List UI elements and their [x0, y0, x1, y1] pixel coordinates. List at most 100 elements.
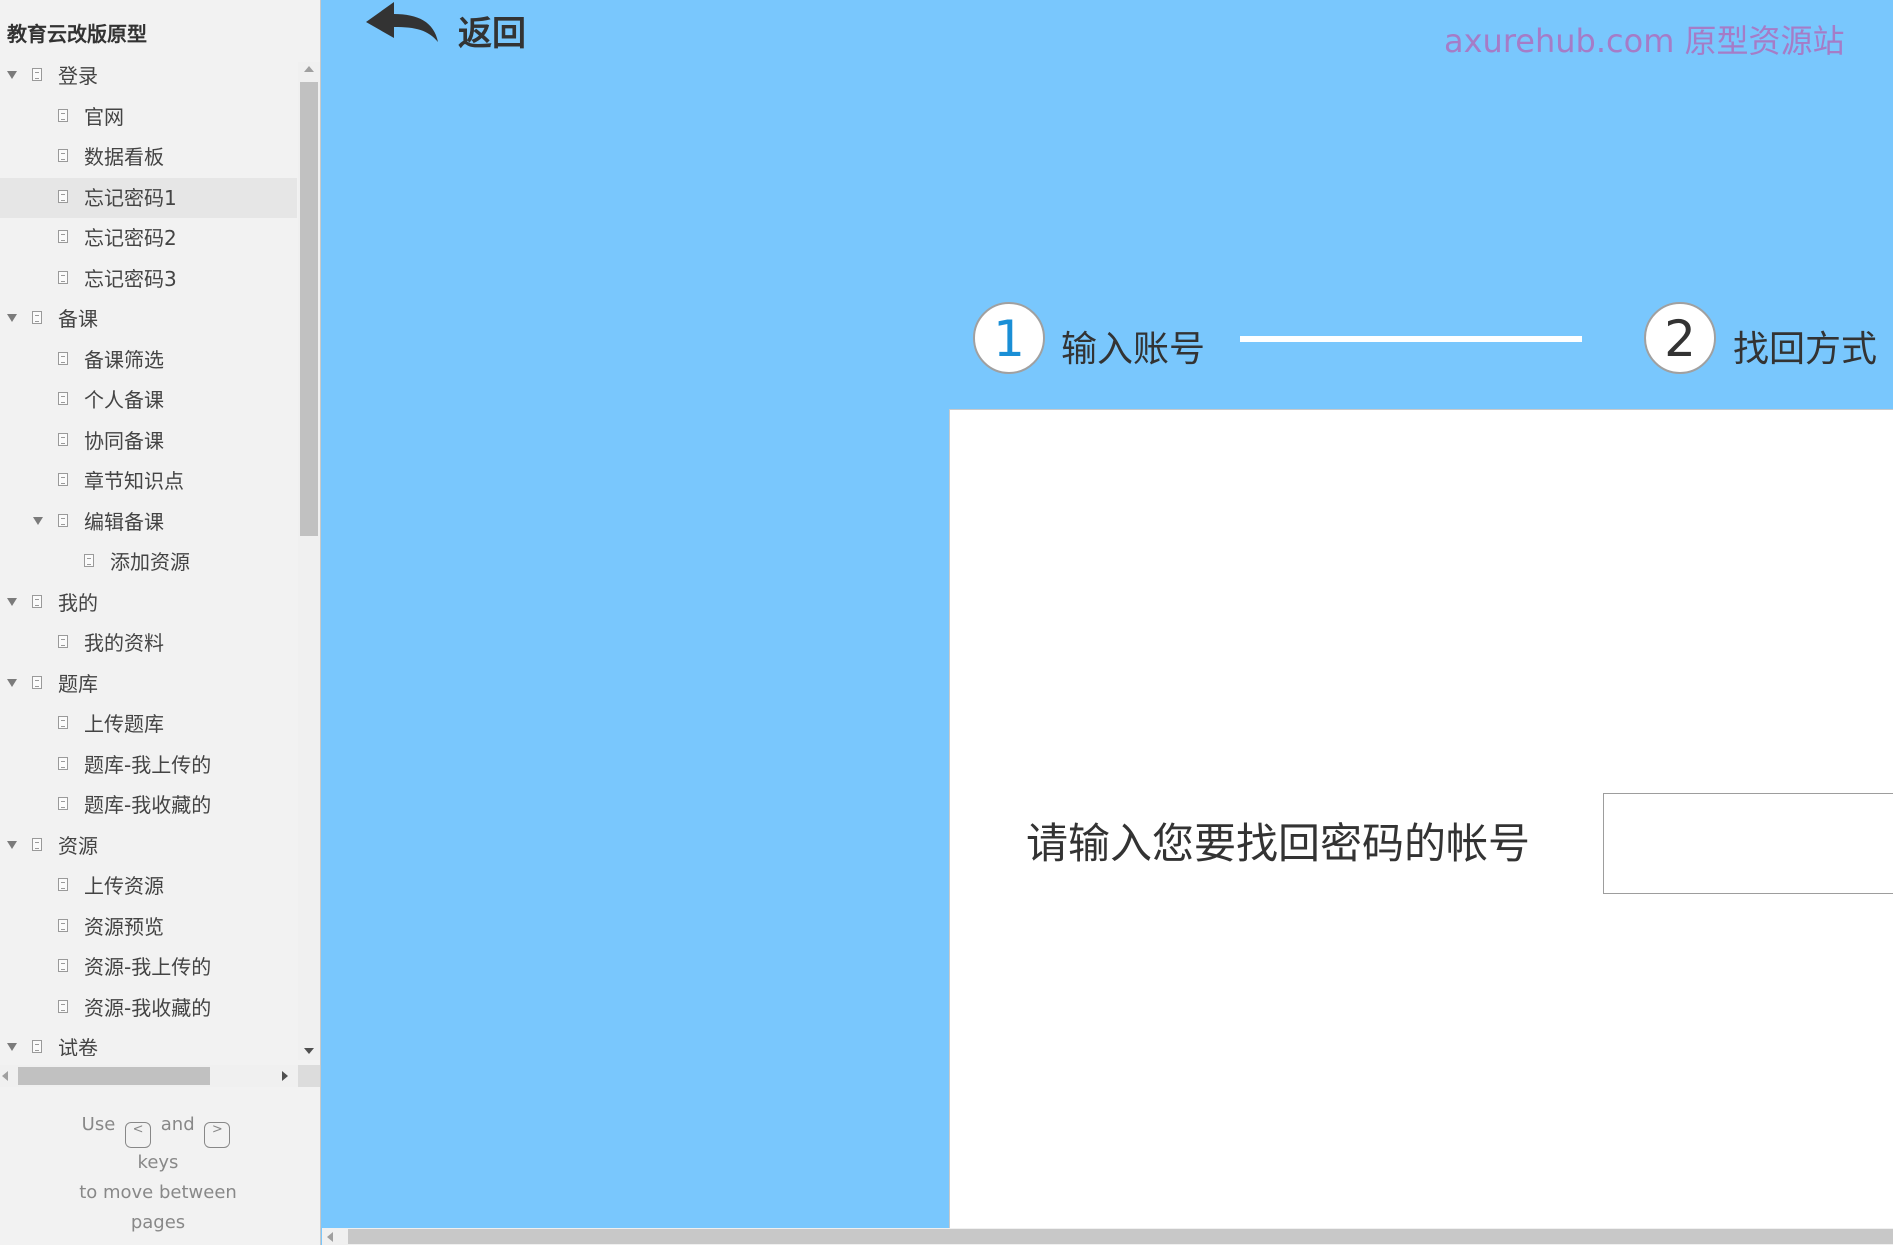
hint-and: and [160, 1114, 195, 1135]
back-arrow-icon [366, 2, 438, 42]
sidebar-vertical-scrollbar[interactable] [298, 62, 320, 1060]
sidebar-item[interactable]: 题库-我上传的 [0, 745, 297, 785]
sidebar-item[interactable]: 忘记密码3 [0, 259, 297, 299]
scroll-up-arrow-icon[interactable] [304, 66, 314, 72]
scrollbar-thumb[interactable] [300, 82, 318, 536]
sidebar-item[interactable]: 我的资料 [0, 623, 297, 663]
page-icon [58, 756, 68, 770]
expand-arrow-icon[interactable] [7, 840, 17, 849]
sidebar-item[interactable]: 忘记密码2 [0, 218, 297, 258]
sidebar-item[interactable]: 登录 [0, 56, 297, 96]
sitemap-sidebar: 教育云改版原型 登录官网数据看板忘记密码1 忘记密码2 忘记密码3 备课备课筛选个人备… [0, 0, 321, 1245]
step-2-label: 找回方式 [1733, 329, 1878, 370]
sidebar-item-label: 题库-我上传的 [84, 752, 212, 777]
sidebar-item-label: 题库 [58, 671, 98, 696]
sidebar-item-label: 资源-我收藏的 [84, 995, 212, 1020]
sidebar-item[interactable]: 资源预览 [0, 907, 297, 947]
sidebar-item[interactable]: 题库-我收藏的 [0, 785, 297, 825]
sidebar-horizontal-scrollbar[interactable] [0, 1065, 298, 1087]
scroll-right-arrow-icon[interactable] [282, 1071, 288, 1081]
page-icon [58, 432, 68, 446]
expand-arrow-icon[interactable] [7, 314, 17, 322]
watermark-text: axurehub.com 原型资源站 [1444, 22, 1845, 60]
sidebar-item[interactable]: 协同备课 [0, 421, 297, 461]
sidebar-item[interactable]: 资源-我收藏的 [0, 988, 297, 1028]
sidebar-item-label: 我的资料 [84, 631, 164, 655]
step-connector-line [1240, 336, 1582, 342]
sidebar-item[interactable]: 添加资源 [0, 542, 297, 582]
expand-arrow-icon[interactable] [7, 597, 17, 606]
page-icon [58, 918, 68, 932]
back-label: 返回 [458, 14, 526, 54]
page-icon [32, 1040, 42, 1053]
next-key-icon: > [204, 1122, 231, 1148]
sidebar-item[interactable]: 上传题库 [0, 704, 297, 744]
sidebar-item-label: 试卷 [58, 1036, 98, 1056]
step-2-circle: 2 [1644, 302, 1716, 374]
sidebar-item-label: 题库-我收藏的 [84, 793, 212, 817]
sidebar-item[interactable]: 忘记密码1 [0, 177, 297, 218]
page-icon [58, 108, 68, 122]
sidebar-item-label: 章节知识点 [84, 469, 184, 493]
sidebar-item[interactable]: 我的 [0, 583, 297, 623]
sidebar-item-label: 个人备课 [84, 388, 164, 412]
scrollbar-corner [298, 1065, 320, 1087]
sidebar-item-label: 官网 [84, 104, 124, 129]
sidebar-item[interactable]: 个人备课 [0, 380, 297, 420]
account-prompt-label: 请输入您要找回密码的帐号 [1026, 819, 1531, 868]
page-icon [58, 351, 68, 365]
sidebar-item-label: 备课筛选 [84, 347, 164, 372]
sidebar-item[interactable]: 上传资源 [0, 866, 297, 906]
sidebar-item[interactable]: 数据看板 [0, 137, 297, 177]
sidebar-item[interactable]: 资源-我上传的 [0, 947, 297, 987]
expand-arrow-icon[interactable] [7, 1043, 17, 1051]
expand-arrow-icon[interactable] [7, 71, 17, 79]
keyboard-navigation-hint: Use < and > keys to move between pages [0, 1110, 316, 1238]
account-input[interactable] [1603, 793, 1893, 894]
page-icon [58, 230, 68, 243]
expand-arrow-icon[interactable] [33, 516, 43, 525]
prev-key-icon: < [125, 1122, 152, 1148]
sidebar-item-label: 资源-我上传的 [84, 955, 212, 979]
page-icon [32, 311, 42, 324]
page-icon [58, 635, 68, 648]
sidebar-item-label: 资源 [58, 833, 98, 858]
sidebar-item[interactable]: 题库 [0, 664, 297, 704]
page-icon [58, 716, 68, 729]
page-icon [58, 149, 68, 162]
page-icon [32, 594, 42, 608]
sidebar-item[interactable]: 备课筛选 [0, 340, 297, 380]
page-icon [58, 473, 68, 486]
sidebar-item-label: 添加资源 [110, 550, 190, 574]
scrollbar-thumb[interactable] [18, 1067, 210, 1085]
page-icon [58, 513, 68, 527]
scroll-left-arrow-icon[interactable] [327, 1232, 333, 1242]
page-icon [58, 959, 68, 972]
sidebar-item-label: 协同备课 [84, 428, 164, 453]
page-icon [58, 270, 68, 284]
sidebar-item[interactable]: 资源 [0, 826, 297, 866]
scroll-down-arrow-icon[interactable] [304, 1048, 314, 1054]
page-icon [58, 999, 68, 1013]
sidebar-item[interactable]: 章节知识点 [0, 461, 297, 501]
sitemap-title: 教育云改版原型 [7, 22, 147, 46]
step-1-label: 输入账号 [1061, 329, 1206, 370]
expand-arrow-icon[interactable] [7, 678, 17, 687]
sidebar-item-label: 备课 [58, 307, 98, 331]
back-button[interactable]: 返回 [362, 0, 542, 54]
hint-line2: to move between [79, 1182, 237, 1203]
canvas-horizontal-scrollbar[interactable] [322, 1228, 1893, 1245]
sidebar-item[interactable]: 编辑备课 [0, 502, 297, 542]
sidebar-item-label: 忘记密码2 [84, 226, 177, 250]
page-icon [84, 554, 94, 567]
step-1-circle: 1 [973, 302, 1045, 374]
scrollbar-thumb[interactable] [348, 1229, 1893, 1244]
sidebar-item[interactable]: 官网 [0, 97, 297, 137]
scroll-left-arrow-icon[interactable] [2, 1071, 8, 1081]
sidebar-item-label: 资源预览 [84, 914, 164, 939]
sidebar-item-label: 忘记密码1 [84, 185, 177, 210]
sidebar-item[interactable]: 备课 [0, 299, 297, 339]
sidebar-item-label: 数据看板 [84, 145, 164, 169]
sidebar-item[interactable]: 试卷 [0, 1028, 297, 1056]
page-icon [58, 797, 68, 810]
